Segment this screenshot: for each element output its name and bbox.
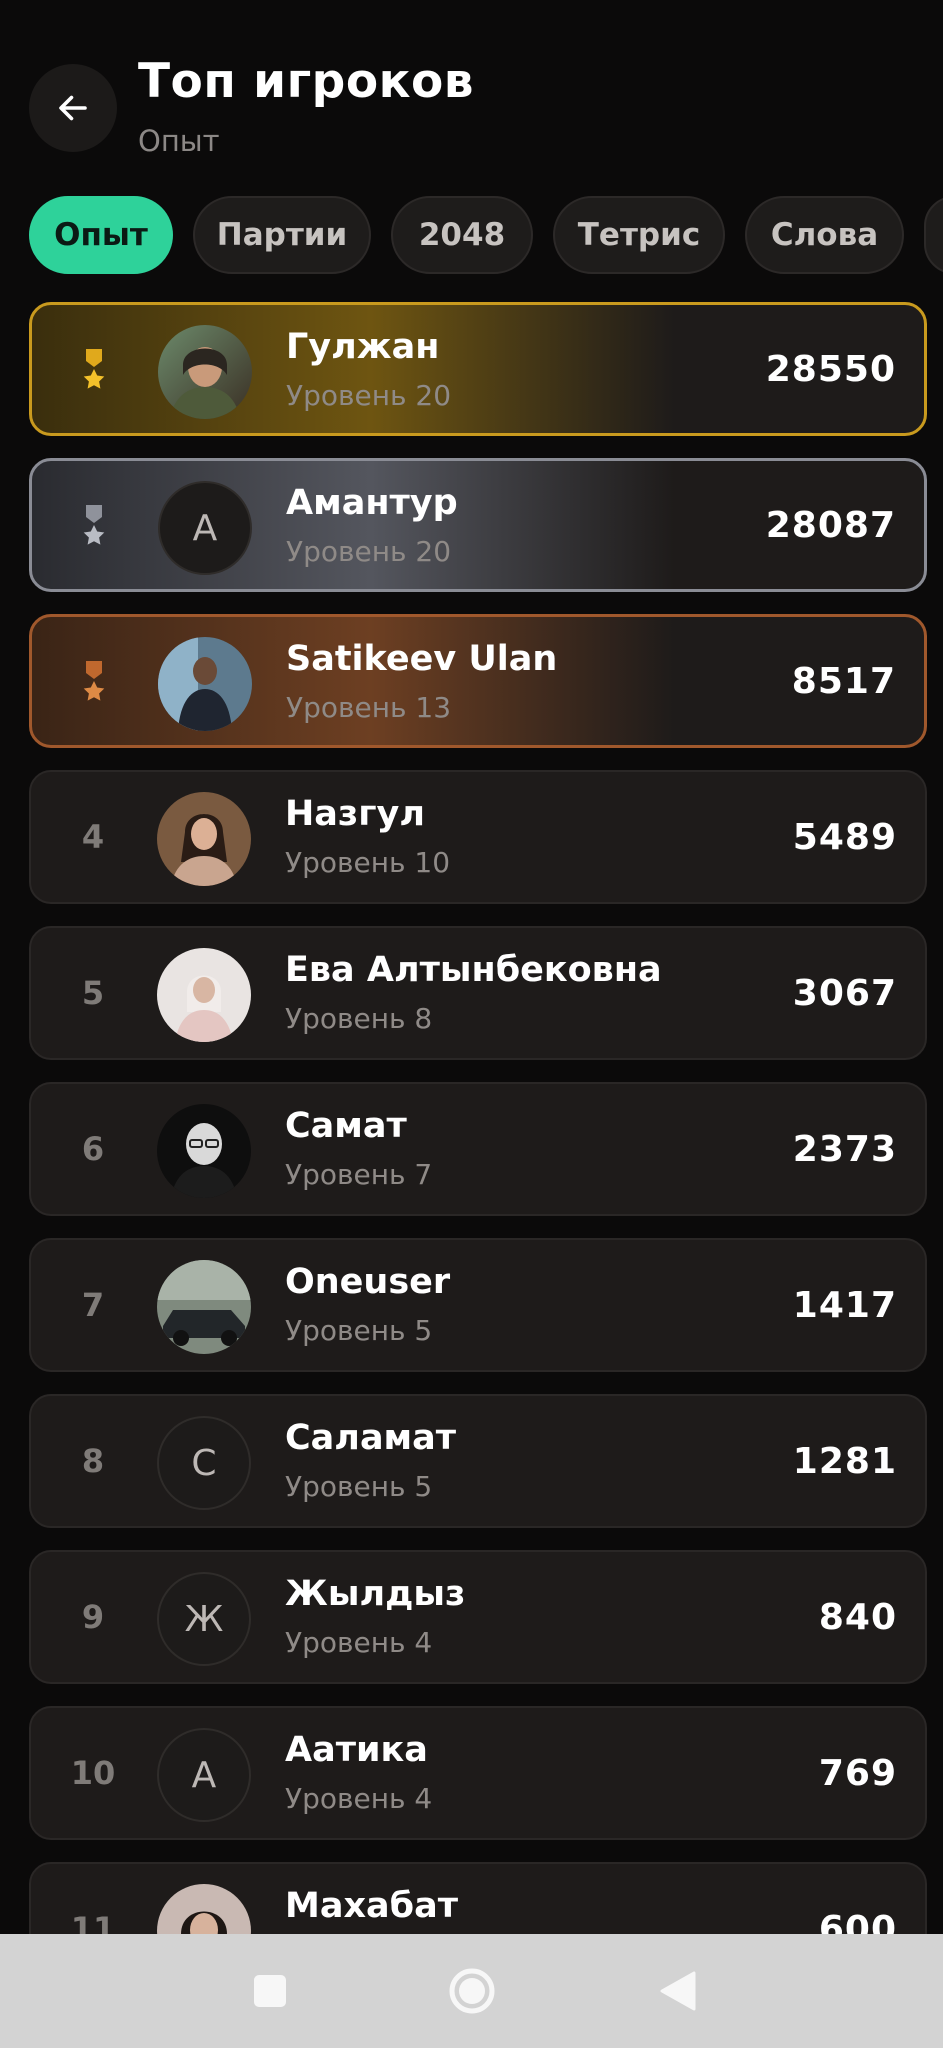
tab-2048[interactable]: 2048: [391, 196, 533, 274]
player-name: Oneuser: [285, 1262, 451, 1302]
home-button[interactable]: [422, 1934, 522, 2048]
leaderboard-row[interactable]: А Амантур Уровень 20 28087: [29, 458, 927, 592]
rank-medal: [32, 305, 156, 433]
bronze-medal-icon: [83, 661, 105, 701]
tab-more-partial[interactable]: [924, 196, 943, 274]
gold-medal-icon: [83, 349, 105, 389]
player-level: Уровень 8: [285, 1002, 433, 1035]
rank-number: 9: [81, 1598, 105, 1636]
player-score: 3067: [792, 972, 897, 1014]
rank-number: 4: [81, 818, 105, 856]
arrow-left-icon: [59, 95, 87, 121]
system-navigation-bar: [0, 1934, 943, 2048]
leaderboard-row[interactable]: 9 Ж Жылдыз Уровень 4 840: [29, 1550, 927, 1684]
avatar: [158, 325, 252, 419]
player-level: Уровень 4: [285, 1626, 433, 1659]
tab-tetris[interactable]: Тетрис: [553, 196, 725, 274]
rank-number: 10: [70, 1754, 116, 1792]
rank-number: 7: [81, 1286, 105, 1324]
player-level: Уровень 4: [285, 1782, 433, 1815]
player-level: Уровень 10: [285, 846, 451, 879]
leaderboard-row[interactable]: 6 Самат Уровень 7 2373: [29, 1082, 927, 1216]
rank-number: 6: [81, 1130, 105, 1168]
player-name: Махабат: [285, 1886, 458, 1926]
player-score: 2373: [792, 1128, 897, 1170]
player-score: 28087: [765, 504, 896, 546]
player-score: 769: [818, 1752, 897, 1794]
leaderboard-row[interactable]: 5 Ева Алтынбековна Уровень 8 3067: [29, 926, 927, 1060]
rank-medal: [32, 617, 156, 745]
avatar: А: [157, 1728, 251, 1822]
recents-button[interactable]: [220, 1934, 320, 2048]
rank-number: 5: [81, 974, 105, 1012]
player-name: Назгул: [285, 794, 425, 834]
avatar: С: [157, 1416, 251, 1510]
page-title: Топ игроков: [138, 54, 475, 109]
player-score: 5489: [792, 816, 897, 858]
player-score: 8517: [791, 660, 896, 702]
tab-words[interactable]: Слова: [745, 196, 904, 274]
player-score: 28550: [765, 348, 896, 390]
rank-number: 8: [81, 1442, 105, 1480]
player-level: Уровень 20: [286, 535, 452, 568]
avatar: Ж: [157, 1572, 251, 1666]
tab-games[interactable]: Партии: [193, 196, 371, 274]
avatar: [157, 948, 251, 1042]
player-name: Аатика: [285, 1730, 428, 1770]
avatar: [157, 792, 251, 886]
silver-medal-icon: [83, 505, 105, 545]
player-name: Гулжан: [286, 327, 440, 367]
leaderboard-row[interactable]: 10 А Аатика Уровень 4 769: [29, 1706, 927, 1840]
leaderboard-row[interactable]: 4 Назгул Уровень 10 5489: [29, 770, 927, 904]
player-score: 1417: [792, 1284, 897, 1326]
avatar: [157, 1260, 251, 1354]
tab-experience[interactable]: Опыт: [29, 196, 173, 274]
avatar: [157, 1104, 251, 1198]
player-level: Уровень 7: [285, 1158, 433, 1191]
circle-icon: [449, 1968, 495, 2014]
player-name: Амантур: [286, 483, 458, 523]
leaderboard-row[interactable]: 8 С Саламат Уровень 5 1281: [29, 1394, 927, 1528]
player-name: Ева Алтынбековна: [285, 950, 662, 990]
leaderboard-row[interactable]: 7 Oneuser Уровень 5 1417: [29, 1238, 927, 1372]
player-score: 1281: [792, 1440, 897, 1482]
player-level: Уровень 20: [286, 379, 452, 412]
leaderboard-list: Гулжан Уровень 20 28550 А Амантур Уровен…: [29, 302, 927, 2018]
player-name: Саламат: [285, 1418, 457, 1458]
player-level: Уровень 5: [285, 1314, 433, 1347]
rank-medal: [32, 461, 156, 589]
leaderboard-row[interactable]: Гулжан Уровень 20 28550: [29, 302, 927, 436]
avatar: [158, 637, 252, 731]
category-tabs: Опыт Партии 2048 Тетрис Слова: [29, 196, 943, 274]
avatar: А: [158, 481, 252, 575]
triangle-back-icon: [660, 1971, 696, 2011]
player-name: Satikeev Ulan: [286, 639, 558, 679]
player-level: Уровень 13: [286, 691, 452, 724]
leaderboard-row[interactable]: Satikeev Ulan Уровень 13 8517: [29, 614, 927, 748]
page-subtitle: Опыт: [138, 124, 220, 158]
player-level: Уровень 5: [285, 1470, 433, 1503]
player-name: Самат: [285, 1106, 407, 1146]
square-icon: [254, 1975, 286, 2007]
back-button[interactable]: [29, 64, 117, 152]
player-score: 840: [818, 1596, 897, 1638]
back-nav-button[interactable]: [628, 1934, 728, 2048]
player-name: Жылдыз: [285, 1574, 466, 1614]
